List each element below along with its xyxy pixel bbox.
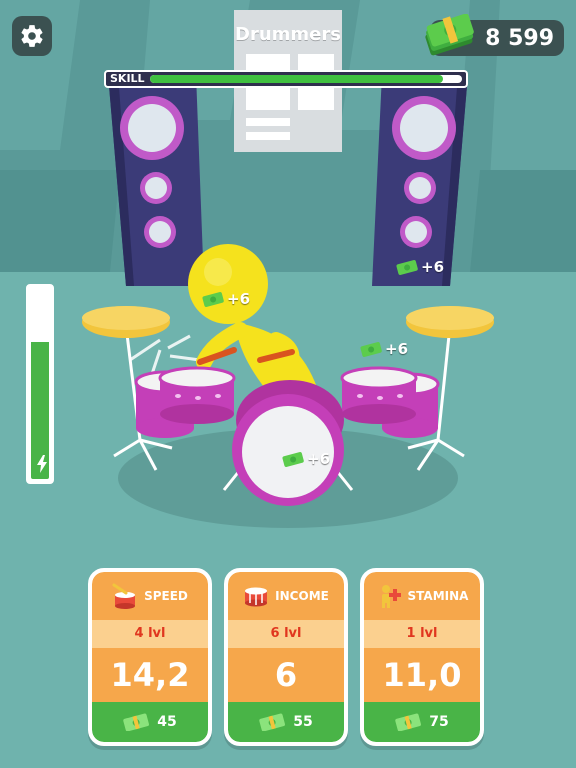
income-popup: +6 (282, 450, 330, 468)
upgrade-buy-button[interactable]: 75 (364, 702, 480, 742)
upgrade-value: 6 (228, 648, 344, 702)
venue-title: Drummers (235, 24, 341, 45)
upgrade-name: STAMINA (407, 589, 469, 603)
cash-stack-icon (425, 14, 474, 56)
money-value: 8 599 (485, 26, 554, 51)
income-popup: +6 (360, 340, 408, 358)
popup-text: +6 (385, 340, 409, 358)
settings-button[interactable] (12, 16, 52, 56)
right-rack-tom (340, 366, 418, 424)
cash-icon (395, 713, 422, 731)
skill-bar: SKILL (104, 70, 468, 88)
cash-icon (360, 342, 382, 357)
popup-text: +6 (421, 258, 445, 276)
upgrade-value: 14,2 (92, 648, 208, 702)
skill-track (150, 75, 462, 83)
upgrade-level: 1 lvl (364, 620, 480, 648)
cash-icon (123, 713, 150, 731)
income-popup: +6 (202, 290, 250, 308)
upgrade-card-income[interactable]: INCOME 6 lvl 6 55 (224, 568, 348, 746)
lightning-bolt-icon (37, 455, 47, 473)
cash-icon (259, 713, 286, 731)
upgrade-buy-button[interactable]: 45 (92, 702, 208, 742)
upgrade-cost: 45 (157, 714, 177, 730)
gear-icon (21, 25, 43, 47)
stamina-meter (26, 284, 54, 484)
upgrade-name: INCOME (275, 589, 329, 603)
snare-drum-icon (245, 587, 268, 607)
cash-icon (282, 452, 304, 467)
upgrade-name: SPEED (144, 589, 188, 603)
upgrade-card-stamina[interactable]: STAMINA 1 lvl 11,0 75 (360, 568, 484, 746)
income-popup: +6 (396, 258, 444, 276)
stamina-person-icon (381, 585, 401, 608)
upgrade-cost: 55 (293, 714, 313, 730)
upgrade-buy-button[interactable]: 55 (228, 702, 344, 742)
left-rack-tom (158, 366, 236, 424)
wall-panel (470, 170, 576, 272)
cash-icon (396, 260, 418, 275)
skill-label: SKILL (110, 72, 145, 85)
upgrade-level: 4 lvl (92, 620, 208, 648)
popup-text: +6 (307, 450, 331, 468)
money-counter: 8 599 (425, 14, 564, 56)
upgrade-card-speed[interactable]: SPEED 4 lvl 14,2 45 (88, 568, 212, 746)
cash-icon (202, 292, 224, 307)
popup-text: +6 (227, 290, 251, 308)
upgrade-cost: 75 (429, 714, 449, 730)
wall-panel (0, 170, 120, 272)
drum-speed-icon (112, 583, 136, 609)
upgrade-value: 11,0 (364, 648, 480, 702)
upgrade-level: 6 lvl (228, 620, 344, 648)
skill-progress-fill (150, 75, 444, 83)
